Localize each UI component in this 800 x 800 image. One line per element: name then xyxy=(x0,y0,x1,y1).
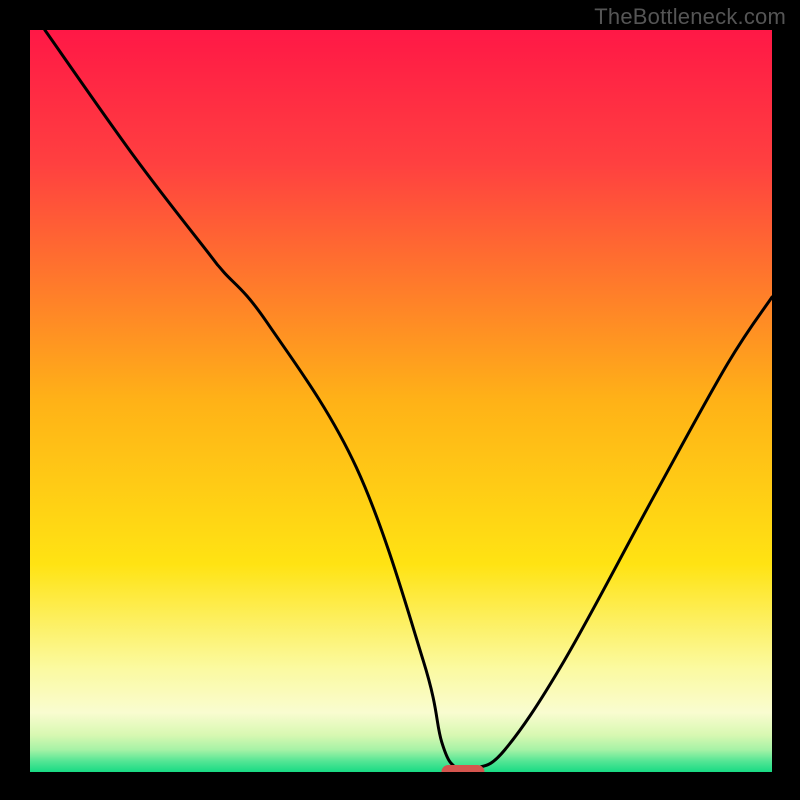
watermark-text: TheBottleneck.com xyxy=(594,4,786,30)
bottleneck-marker xyxy=(441,765,484,772)
bottleneck-curve xyxy=(45,30,772,771)
plot-area xyxy=(30,30,772,772)
chart-frame: TheBottleneck.com xyxy=(0,0,800,800)
curve-plot xyxy=(30,30,772,772)
